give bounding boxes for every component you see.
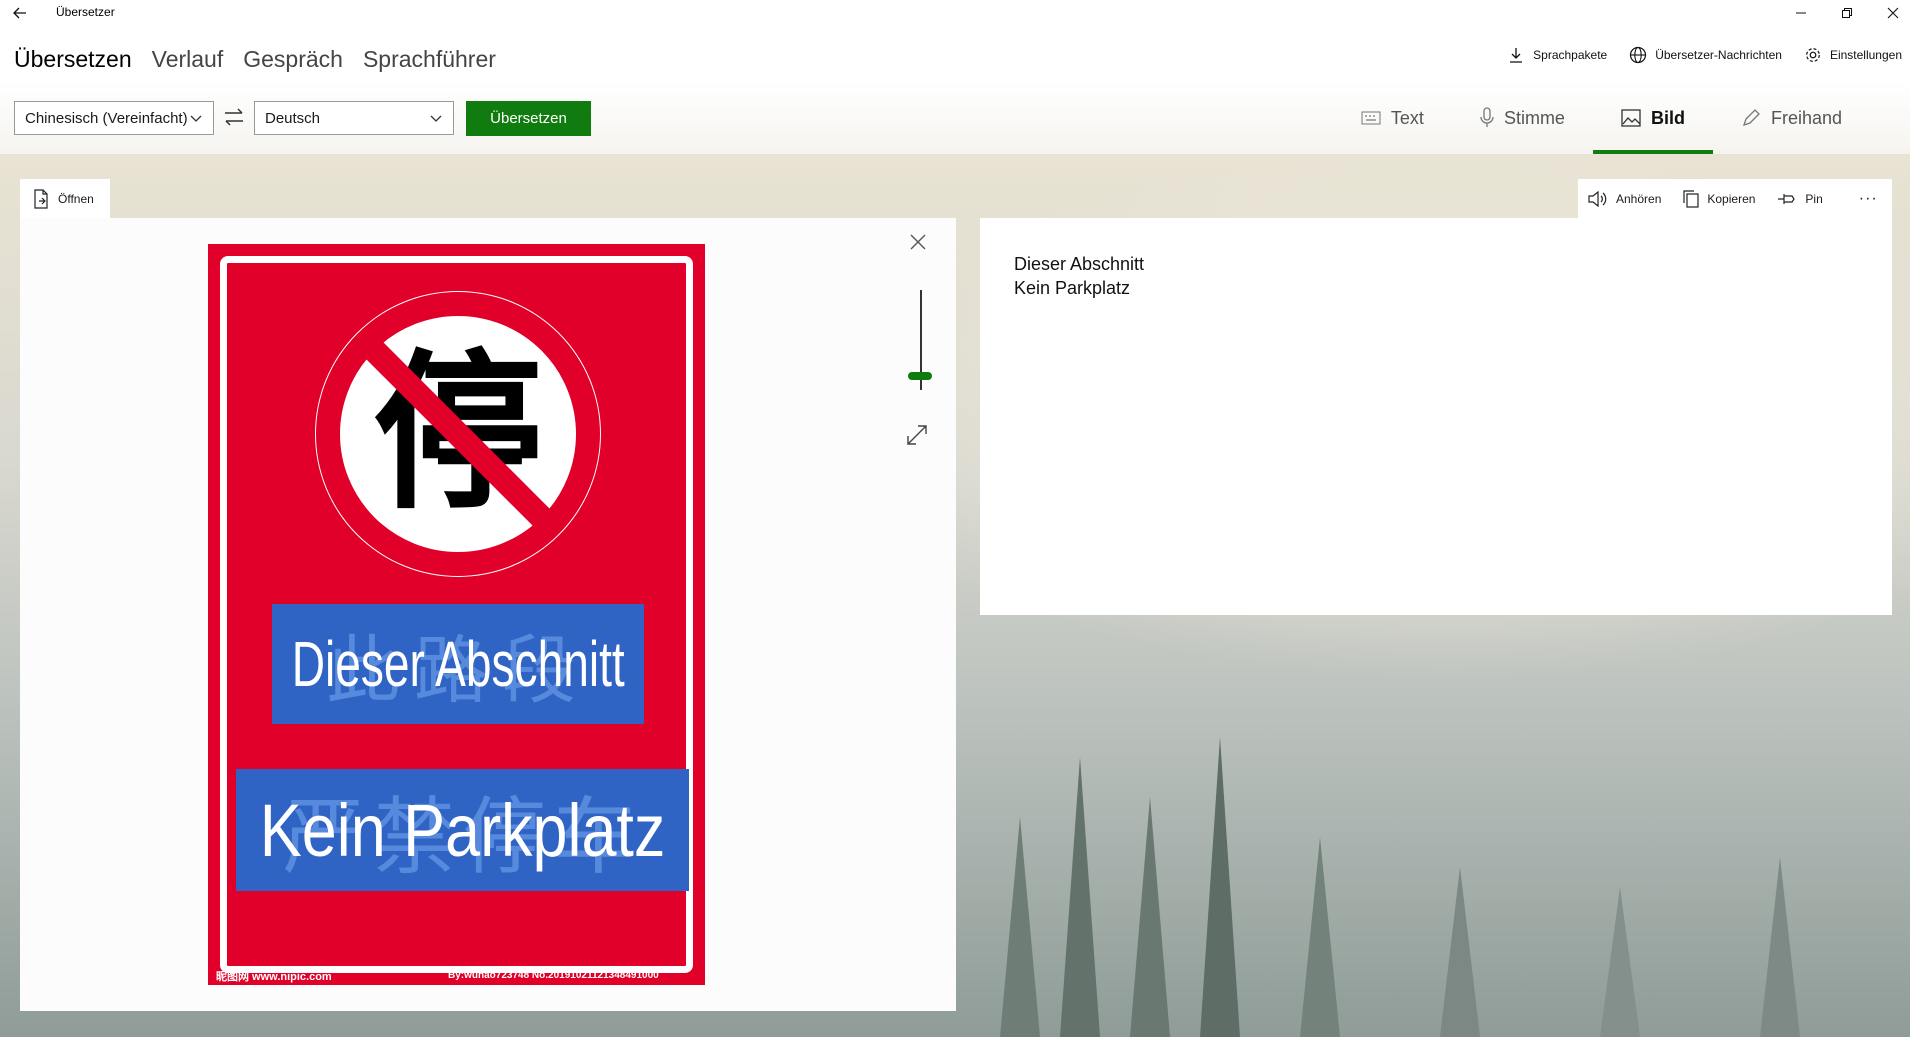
- main-nav: Übersetzen Verlauf Gespräch Sprachführer: [14, 40, 496, 86]
- copy-icon: [1683, 190, 1699, 208]
- ocr-overlay-line1: 此路段 Dieser Abschnitt: [272, 604, 644, 724]
- translator-news-link[interactable]: Übersetzer-Nachrichten: [1629, 46, 1782, 64]
- back-arrow-icon: [13, 7, 26, 19]
- tab-verlauf[interactable]: Verlauf: [152, 40, 224, 84]
- microphone-icon: [1480, 107, 1494, 127]
- globe-icon: [1630, 46, 1647, 64]
- open-label: Öffnen: [58, 192, 94, 206]
- mode-text-label: Text: [1390, 107, 1424, 128]
- settings-link[interactable]: Einstellungen: [1804, 46, 1902, 64]
- language-packs-link[interactable]: Sprachpakete: [1507, 46, 1607, 64]
- source-language-select[interactable]: Chinesisch (Vereinfacht): [14, 101, 214, 135]
- speaker-icon: [1588, 191, 1607, 207]
- swap-languages-button[interactable]: [222, 106, 246, 133]
- source-language-value: Chinesisch (Vereinfacht): [25, 109, 188, 127]
- tab-gespraech[interactable]: Gespräch: [243, 40, 343, 84]
- close-icon: [1887, 7, 1899, 19]
- copy-button[interactable]: Kopieren: [1683, 190, 1755, 208]
- tree-shape: [1130, 797, 1170, 1037]
- no-parking-symbol: 停: [315, 291, 601, 577]
- result-actions: Anhören Kopieren Pin ···: [1578, 179, 1892, 219]
- translation-result: Dieser Abschnitt Kein Parkplatz: [1014, 252, 1144, 300]
- minimize-icon: [1796, 12, 1806, 14]
- app-title: Übersetzer: [56, 5, 115, 19]
- open-file-icon: [34, 189, 48, 209]
- ocr-translation-line2: Kein Parkplatz: [259, 788, 666, 872]
- mode-tab-text[interactable]: Text: [1333, 82, 1452, 154]
- mode-ink-label: Freihand: [1770, 107, 1842, 128]
- restore-icon: [1842, 8, 1852, 18]
- close-icon: [910, 234, 926, 250]
- tab-uebersetzen[interactable]: Übersetzen: [14, 40, 132, 86]
- settings-label: Einstellungen: [1829, 48, 1902, 62]
- tree-shape: [1440, 867, 1480, 1037]
- gear-icon: [1806, 48, 1820, 62]
- translator-news-label: Übersetzer-Nachrichten: [1655, 48, 1782, 62]
- download-icon: [1510, 48, 1523, 63]
- close-window-button[interactable]: [1870, 0, 1910, 26]
- tree-shape: [1760, 857, 1800, 1037]
- zoom-slider-thumb[interactable]: [908, 372, 932, 380]
- language-packs-label: Sprachpakete: [1533, 48, 1608, 62]
- tab-sprachfuehrer[interactable]: Sprachführer: [363, 40, 496, 84]
- ocr-overlay-line2: 严禁停车 Kein Parkplatz: [236, 769, 689, 891]
- target-language-select[interactable]: Deutsch: [254, 101, 454, 135]
- mode-image-label: Bild: [1650, 107, 1685, 128]
- back-button[interactable]: [0, 0, 40, 26]
- translate-button[interactable]: Übersetzen: [466, 101, 591, 136]
- mode-tab-ink[interactable]: Freihand: [1713, 82, 1870, 154]
- swap-icon: [225, 108, 243, 126]
- open-image-button[interactable]: Öffnen: [20, 179, 110, 219]
- fullscreen-button[interactable]: [905, 423, 929, 452]
- target-language-value: Deutsch: [265, 109, 321, 127]
- zoom-slider[interactable]: [908, 290, 932, 390]
- expand-icon: [907, 425, 927, 445]
- chevron-down-icon: [190, 115, 202, 122]
- chevron-down-icon: [430, 115, 442, 122]
- watermark-left: 昵图网 www.nipic.com: [216, 971, 332, 983]
- mode-voice-label: Stimme: [1503, 107, 1565, 128]
- pin-button[interactable]: Pin: [1777, 192, 1823, 206]
- listen-button[interactable]: Anhören: [1588, 191, 1661, 207]
- title-bar: Übersetzer: [0, 0, 1910, 40]
- image-icon: [1621, 109, 1641, 127]
- clear-image-button[interactable]: [908, 232, 928, 257]
- tree-shape: [1300, 837, 1340, 1037]
- tree-shape: [1060, 757, 1100, 1037]
- keyboard-icon: [1361, 111, 1381, 125]
- pen-icon: [1742, 109, 1760, 127]
- copy-label: Kopieren: [1707, 192, 1756, 206]
- ocr-translation-line1: Dieser Abschnitt: [291, 628, 625, 700]
- pin-label: Pin: [1805, 192, 1823, 206]
- header-links: Sprachpakete Übersetzer-Nachrichten Eins…: [1507, 46, 1902, 64]
- mode-tab-voice[interactable]: Stimme: [1452, 82, 1593, 154]
- no-parking-sign-image: 停 此路段 Dieser Abschnitt 严禁停车 Kein Parkpla…: [208, 244, 705, 985]
- input-mode-tabs: Text Stimme Bild Freihand: [1333, 82, 1870, 154]
- restore-button[interactable]: [1824, 0, 1870, 26]
- pin-icon: [1778, 194, 1796, 204]
- result-line-1: Dieser Abschnitt: [1014, 254, 1145, 274]
- watermark-right: By:wuhao723748 No.20191021121348491000: [448, 970, 659, 981]
- mode-tab-image[interactable]: Bild: [1592, 82, 1713, 154]
- more-options-button[interactable]: ···: [1859, 190, 1878, 208]
- tree-shape: [1200, 737, 1240, 1037]
- result-line-2: Kein Parkplatz: [1014, 278, 1131, 298]
- tree-shape: [1600, 887, 1640, 1037]
- translation-toolbar: Chinesisch (Vereinfacht) Deutsch Überset…: [0, 82, 1910, 154]
- listen-label: Anhören: [1616, 192, 1662, 206]
- tree-shape: [1000, 817, 1040, 1037]
- image-panel: 停 此路段 Dieser Abschnitt 严禁停车 Kein Parkpla…: [20, 218, 956, 1011]
- minimize-button[interactable]: [1778, 0, 1824, 26]
- translation-result-panel: Dieser Abschnitt Kein Parkplatz: [980, 218, 1892, 615]
